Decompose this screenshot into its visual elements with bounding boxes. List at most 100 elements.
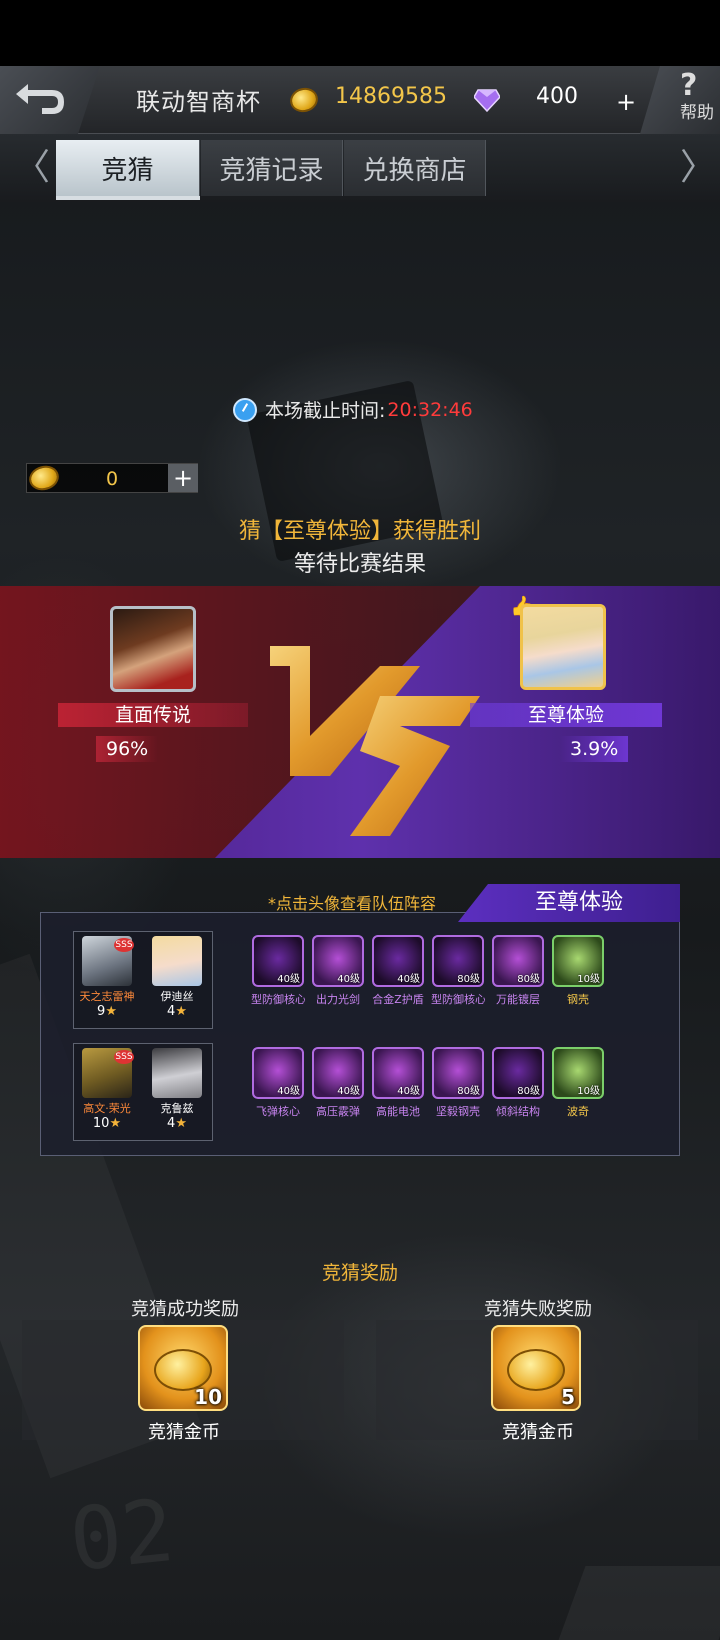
lineup-hint: *点击头像查看队伍阵容 [268, 894, 437, 913]
active-tab-indicator [56, 196, 200, 200]
equipment-item[interactable]: 80级倾斜结构 [491, 1047, 545, 1119]
reward-count: 5 [561, 1385, 575, 1409]
hero-name: 高文·荣光 [83, 1102, 131, 1115]
help-label: 帮助 [680, 103, 714, 123]
hero-portrait [152, 1048, 202, 1098]
equipment-level: 40级 [277, 1086, 300, 1097]
lineup-team-card[interactable]: SSS 高文·荣光 10★ 克鲁兹 4★ [73, 1043, 213, 1141]
guess-status: 猜【至尊体验】获得胜利 [238, 519, 481, 544]
hero-name: 天之志雷神 [79, 990, 135, 1003]
hero-level-value: 10 [92, 1116, 110, 1131]
guess-coin-icon [26, 462, 62, 494]
hero-slot[interactable]: SSS 高文·荣光 10★ [78, 1048, 136, 1131]
tab-guess[interactable]: 竞猜 [56, 140, 200, 196]
rank-badge: SSS [114, 938, 134, 952]
add-bet-button[interactable]: + [168, 464, 198, 492]
equipment-icon: 80级 [492, 935, 544, 987]
equipment-level: 80级 [457, 974, 480, 985]
equipment-item[interactable]: 40级 高压霰弹 [311, 1047, 365, 1119]
star-icon: ★ [109, 1116, 122, 1131]
equipment-icon: 40级 [312, 1047, 364, 1099]
equipment-item[interactable]: 80级万能镀层 [491, 935, 545, 1007]
equipment-item[interactable]: 80级型防御核心 [431, 935, 485, 1007]
equipment-icon: 80级 [432, 935, 484, 987]
equipment-level: 40级 [397, 974, 420, 985]
hero-slot[interactable]: 克鲁兹 4★ [148, 1048, 206, 1131]
equipment-level: 40级 [337, 974, 360, 985]
chevron-left-icon[interactable]: 〈 [14, 148, 50, 188]
lose-reward-item[interactable]: 5 [491, 1325, 581, 1411]
tab-exchange-shop[interactable]: 兑换商店 [344, 140, 486, 196]
equipment-name: 型防御核心 [251, 993, 305, 1006]
equipment-icon: 40级 [312, 935, 364, 987]
equipment-name: 飞弹核心 [256, 1105, 300, 1118]
back-arrow-icon [16, 84, 64, 114]
chevron-right-icon[interactable]: 〉 [680, 148, 716, 188]
equipment-name: 倾斜结构 [496, 1105, 540, 1118]
equipment-row: 40级 飞弹核心 40级 高压霰弹 40级 高能电池 80级 坚毅钢壳 80级 倾斜结构 … [251, 1047, 671, 1137]
star-icon: ★ [105, 1004, 117, 1019]
page-title: 联动智商杯 [136, 88, 261, 116]
tab-guess-record[interactable]: 竞猜记录 [201, 140, 343, 196]
equipment-level: 10级 [577, 1086, 600, 1097]
add-gems-button[interactable]: + [616, 90, 636, 114]
equipment-icon: 80级 [492, 1047, 544, 1099]
gem-balance: 400 [536, 84, 578, 109]
reward-count: 10 [194, 1385, 222, 1409]
equipment-name: 坚毅钢壳 [436, 1105, 480, 1118]
equipment-item[interactable]: 10级钢壳 [551, 935, 605, 1007]
lineup-team-tab[interactable]: 至尊体验 [458, 884, 680, 922]
equipment-level: 10级 [577, 974, 600, 985]
equipment-level: 80级 [457, 1086, 480, 1097]
hero-name: 伊迪丝 [160, 990, 194, 1003]
gold-coin-icon [287, 84, 321, 116]
equipment-row: 40级 型防御核心 40级 出力光剑 40级 合金Z护盾 80级 型防御核心 80级 万能… [251, 935, 671, 1025]
reward-title: 竞猜奖励 [321, 1262, 398, 1284]
equipment-item[interactable]: 40级 高能电池 [371, 1047, 425, 1119]
lineup-team-card[interactable]: SSS 天之志雷神 9★ 伊迪丝 4★ [73, 931, 213, 1029]
star-icon: ★ [175, 1116, 187, 1131]
equipment-icon: 10级 [552, 935, 604, 987]
left-team-avatar[interactable] [110, 606, 196, 692]
equipment-name: 万能镀层 [496, 993, 540, 1006]
equipment-item[interactable]: 80级坚毅钢壳 [431, 1047, 485, 1119]
back-button[interactable] [0, 66, 100, 134]
hero-portrait [152, 936, 202, 986]
win-reward-heading: 竞猜成功奖励 [131, 1299, 239, 1320]
right-team-name: 至尊体验 [470, 703, 662, 727]
deadline-label: 本场截止时间: [265, 400, 386, 422]
equipment-name: 波奇 [567, 1105, 589, 1118]
hero-name: 克鲁兹 [160, 1102, 194, 1115]
equipment-name: 型防御核心 [431, 993, 485, 1006]
equipment-item[interactable]: 10级波奇 [551, 1047, 605, 1119]
equipment-level: 40级 [337, 1086, 360, 1097]
right-team-avatar[interactable] [520, 604, 606, 690]
equipment-name: 高能电池 [376, 1105, 420, 1118]
hero-level: 4★ [148, 1116, 206, 1131]
left-team-percent: 96% [96, 736, 159, 762]
clock-icon [233, 397, 257, 422]
guess-coin-icon [507, 1349, 565, 1391]
equipment-icon: 80级 [432, 1047, 484, 1099]
bet-amount-box: 0 + [26, 462, 198, 494]
deadline-row: 本场截止时间: 20:32:46 [233, 396, 473, 423]
win-reward-item[interactable]: 10 [138, 1325, 228, 1411]
hero-slot[interactable]: SSS 天之志雷神 9★ [78, 936, 136, 1019]
equipment-item[interactable]: 40级 合金Z护盾 [371, 935, 425, 1007]
equipment-item[interactable]: 40级飞弹核心 [251, 1047, 305, 1119]
bg-shape: 02 [65, 1480, 179, 1592]
lose-reward-heading: 竞猜失败奖励 [484, 1299, 592, 1320]
win-reward-name: 竞猜金币 [148, 1422, 220, 1443]
hero-level: 4★ [148, 1004, 206, 1019]
wait-status: 等待比赛结果 [293, 552, 426, 577]
lineup-panel: SSS 天之志雷神 9★ 伊迪丝 4★ SSS 高文·荣光 10★ 克鲁兹 4★… [40, 912, 680, 1156]
equipment-item[interactable]: 40级 出力光剑 [311, 935, 365, 1007]
rank-badge: SSS [114, 1050, 134, 1064]
help-button[interactable]: ? 帮助 [640, 66, 720, 134]
equipment-name: 钢壳 [567, 993, 589, 1006]
left-team-name: 直面传说 [58, 703, 248, 727]
equipment-item[interactable]: 40级 型防御核心 [251, 935, 305, 1007]
bg-shape [534, 1566, 720, 1640]
gem-icon [474, 89, 500, 112]
hero-slot[interactable]: 伊迪丝 4★ [148, 936, 206, 1019]
